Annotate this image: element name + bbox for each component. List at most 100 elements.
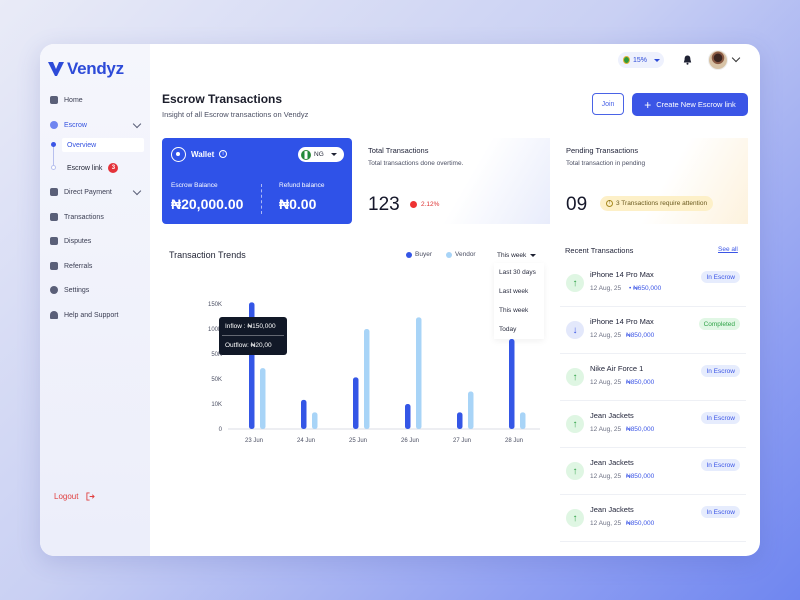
sidebar-item-settings[interactable]: Settings <box>50 283 142 297</box>
legend-dot <box>446 251 452 258</box>
escrow-link-count-badge: 3 <box>108 163 119 173</box>
transaction-date: 12 Aug, 25 <box>590 285 622 292</box>
legend-label: Buyer <box>415 251 432 258</box>
divider <box>261 184 262 214</box>
bell-icon[interactable] <box>683 55 692 65</box>
transaction-row[interactable]: ↑ iPhone 14 Pro Max 12 Aug, 25 • ₦650,000 In… <box>560 261 746 307</box>
chevron-down-icon[interactable] <box>731 53 741 63</box>
logout-label: Logout <box>54 492 79 501</box>
period-option[interactable]: Last 30 days <box>494 263 544 282</box>
refund-balance-value: ₦0.00 <box>279 196 317 212</box>
transaction-row[interactable]: ↑ Jean Jackets 12 Aug, 25 ₦850,000 In Escrow <box>560 496 746 542</box>
transaction-amount: • ₦650,000 <box>629 285 662 292</box>
create-escrow-link-button[interactable]: + Create New Escrow link <box>632 93 748 116</box>
see-all-link[interactable]: See all <box>718 246 738 253</box>
avatar[interactable] <box>708 50 728 70</box>
status-badge: In Escrow <box>701 271 740 283</box>
country-select[interactable]: NG <box>298 147 344 162</box>
x-tick-label: 28 Jun <box>505 438 523 444</box>
country-code: NG <box>314 151 324 158</box>
status-badge: In Escrow <box>701 506 740 518</box>
bar-vendor <box>468 391 474 429</box>
subitem-label: Overview <box>67 141 97 149</box>
logout-button[interactable]: Logout <box>54 492 96 501</box>
arrow-up-icon: ↑ <box>566 274 584 292</box>
page-title: Escrow Transactions <box>162 92 283 106</box>
stat-title: Total Transactions <box>368 146 429 155</box>
sidebar-subitem-escrow-link[interactable]: Escrow link 3 <box>62 161 119 175</box>
bar-vendor <box>416 317 422 429</box>
arrow-down-icon: ↓ <box>566 321 584 339</box>
legend-label: Vendor <box>455 251 476 258</box>
sidebar-item-referrals[interactable]: Referrals <box>50 259 142 273</box>
bar-buyer <box>457 412 463 429</box>
settings-icon <box>50 286 58 294</box>
transaction-name: Jean Jackets <box>590 411 634 420</box>
sidebar-item-escrow[interactable]: Escrow <box>50 118 142 132</box>
nigeria-flag-icon <box>301 149 311 160</box>
bar-vendor <box>364 329 370 429</box>
period-select[interactable]: This week <box>494 248 544 262</box>
logout-icon <box>86 492 96 501</box>
subitem-label: Escrow link <box>67 164 103 172</box>
level-dropdown[interactable]: 15% <box>618 52 664 68</box>
transaction-row[interactable]: ↓ iPhone 14 Pro Max 12 Aug, 25 ₦850,000 Comp… <box>560 308 746 354</box>
home-icon <box>50 96 58 104</box>
transaction-name: iPhone 14 Pro Max <box>590 317 654 326</box>
info-icon[interactable]: i <box>219 150 227 158</box>
transaction-row[interactable]: ↑ Jean Jackets 12 Aug, 25 ₦850,000 In Escrow <box>560 449 746 495</box>
x-tick-label: 24 Jun <box>297 438 315 444</box>
caret-down-icon <box>530 253 537 257</box>
status-badge: In Escrow <box>701 459 740 471</box>
y-tick-label: 50K <box>211 377 222 383</box>
caret-down-icon <box>654 58 661 62</box>
join-button[interactable]: Join <box>592 93 624 115</box>
sidebar-item-label: Home <box>64 96 83 104</box>
sidebar-item-home[interactable]: Home <box>50 93 142 107</box>
trend-badge: 2.12% <box>410 201 439 208</box>
app-window: Vendyz Home Escrow Overview Escrow link … <box>40 44 760 556</box>
submenu-active-dot <box>51 142 56 147</box>
logo[interactable]: Vendyz <box>48 59 124 79</box>
x-tick-label: 27 Jun <box>453 438 471 444</box>
caret-down-icon <box>330 153 337 156</box>
sidebar-item-label: Disputes <box>64 237 92 245</box>
sidebar-item-transactions[interactable]: Transactions <box>50 210 142 224</box>
chart-title: Transaction Trends <box>169 250 246 260</box>
tooltip-outflow: Outflow: ₦20,00 <box>225 341 272 349</box>
y-tick-label: 10K <box>211 402 222 408</box>
attention-badge: ! 3 Transactions require attention <box>600 196 714 211</box>
refund-balance-label: Refund balance <box>279 182 325 189</box>
transaction-amount: ₦850,000 <box>626 379 655 386</box>
transaction-date: 12 Aug, 25 <box>590 473 622 480</box>
stat-subtitle: Total transactions done overtime. <box>368 160 464 167</box>
bar-vendor <box>520 412 526 429</box>
transaction-row[interactable]: ↑ Jean Jackets 12 Aug, 25 ₦850,000 In Escrow <box>560 402 746 448</box>
transaction-amount: ₦850,000 <box>626 426 655 433</box>
plus-icon: + <box>644 97 652 112</box>
legend-vendor: Vendor <box>446 251 476 258</box>
y-tick-label: 150K <box>208 302 222 308</box>
transaction-row[interactable]: ↑ Nike Air Force 1 12 Aug, 25 ₦850,000 In Es… <box>560 355 746 401</box>
wallet-card: Wallet i NG Escrow Balance ₦20,000.00 Re… <box>162 138 352 224</box>
sidebar-item-help[interactable]: Help and Support <box>50 308 142 322</box>
period-value: This week <box>497 251 527 259</box>
sidebar-item-label: Settings <box>64 286 90 294</box>
transaction-name: Jean Jackets <box>590 458 634 467</box>
transaction-date: 12 Aug, 25 <box>590 332 622 339</box>
transaction-name: iPhone 14 Pro Max <box>590 270 654 279</box>
stat-title: Pending Transactions <box>566 146 639 155</box>
page-subtitle: Insight of all Escrow transactions on Ve… <box>162 110 309 119</box>
sidebar-subitem-overview[interactable]: Overview <box>62 138 144 152</box>
transaction-date: 12 Aug, 25 <box>590 379 622 386</box>
vendyz-logo-icon <box>48 62 64 76</box>
legend-dot <box>406 251 412 258</box>
sidebar-item-direct-payment[interactable]: Direct Payment <box>50 185 142 199</box>
escrow-balance-label: Escrow Balance <box>171 182 218 189</box>
sidebar-item-disputes[interactable]: Disputes <box>50 234 142 248</box>
transaction-date: 12 Aug, 25 <box>590 520 622 527</box>
chart-tooltip: Inflow : ₦150,000 Outflow: ₦20,00 <box>219 317 287 355</box>
stat-value: 09 <box>566 194 588 215</box>
bar-vendor <box>260 368 266 429</box>
y-tick-label: 0 <box>219 427 223 433</box>
